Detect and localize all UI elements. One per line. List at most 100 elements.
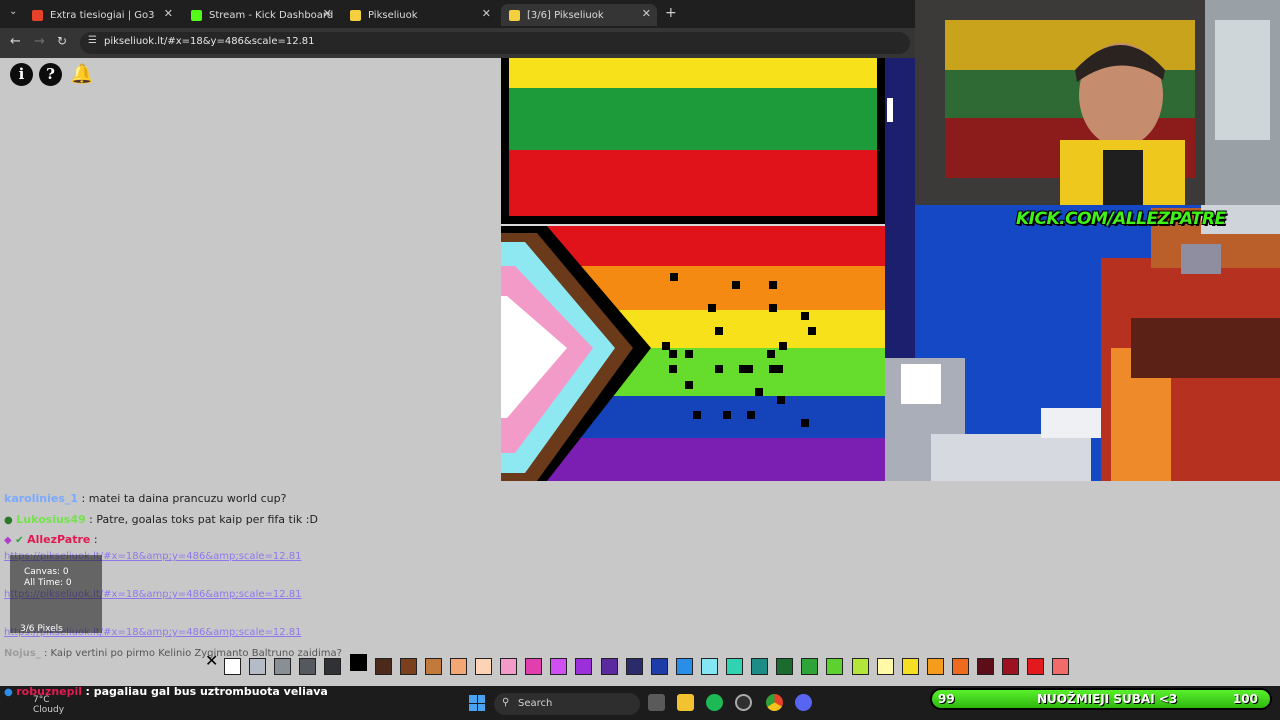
- info-icon[interactable]: i: [10, 63, 33, 86]
- color-swatch[interactable]: [700, 658, 718, 675]
- chat-message: ◆ ✔ AllezPatre :: [4, 533, 98, 546]
- alltime-pixel-count: All Time: 0: [24, 578, 72, 588]
- taskbar-search[interactable]: ⚲ Search: [494, 693, 640, 715]
- color-swatch[interactable]: [475, 658, 492, 675]
- color-swatch[interactable]: [1002, 658, 1020, 675]
- color-swatch[interactable]: [926, 658, 944, 675]
- streamer-webcam-image: [915, 0, 1280, 205]
- chat-username: AllezPatre: [27, 533, 91, 546]
- go3-favicon-icon: [32, 9, 43, 21]
- tab-kick-dashboard[interactable]: Stream - Kick Dashboard ✕: [183, 4, 338, 26]
- address-bar: ← → ↻ ☰ pikseliuok.lt/#x=18&y=486&scale=…: [0, 28, 915, 58]
- chat-text: : pagaliau gal bus uztrombuota veliava: [85, 685, 328, 698]
- sub-goal-current: 99: [938, 692, 955, 706]
- chat-message: ● robuznepil : pagaliau gal bus uztrombu…: [4, 685, 328, 698]
- color-swatch[interactable]: [726, 658, 743, 675]
- color-swatch[interactable]: [525, 658, 543, 675]
- color-swatch[interactable]: [500, 658, 518, 675]
- pikseliuok-favicon-icon: [509, 9, 520, 21]
- chat-username: karolinies_1: [4, 492, 79, 505]
- tab-pikseliuok-label: Pikseliuok: [368, 9, 418, 21]
- back-arrow-icon[interactable]: ←: [10, 34, 21, 49]
- color-swatch[interactable]: [951, 658, 969, 675]
- color-swatch[interactable]: [249, 658, 267, 675]
- close-icon[interactable]: ✕: [164, 7, 173, 20]
- tab-go3-label: Extra tiesiogiai | Go3: [50, 9, 155, 21]
- canvas-pixel-count: Canvas: 0: [24, 567, 69, 577]
- color-swatch[interactable]: [374, 658, 392, 675]
- reload-icon[interactable]: ↻: [57, 34, 67, 48]
- chat-username: Lukosius49: [16, 513, 86, 526]
- close-icon[interactable]: ✕: [482, 7, 491, 20]
- windows-start-icon[interactable]: [469, 695, 485, 711]
- chat-text: : matei ta daina prancuzu world cup?: [81, 492, 287, 505]
- sub-goal-label: NUOŽMIEJI SUBAI <3: [1037, 692, 1178, 706]
- color-swatch[interactable]: [675, 658, 693, 675]
- kick-channel-overlay: KICK.COM/ALLEZPATRE: [1016, 209, 1226, 229]
- tab-pikseliuok[interactable]: Pikseliuok ✕: [342, 4, 497, 26]
- color-swatch[interactable]: [349, 654, 367, 671]
- search-icon: ⚲: [502, 697, 510, 708]
- new-tab-plus-icon[interactable]: +: [665, 5, 677, 21]
- browser-tab-bar: ⌄ Extra tiesiogiai | Go3 ✕ Stream - Kick…: [0, 0, 915, 28]
- notification-bell-icon[interactable]: 🔔: [70, 62, 94, 85]
- file-explorer-icon[interactable]: [677, 694, 694, 711]
- color-swatch[interactable]: [550, 658, 568, 675]
- color-swatch[interactable]: [224, 658, 241, 675]
- color-swatch[interactable]: [1052, 658, 1070, 675]
- verified-icon: ✔: [15, 535, 24, 546]
- tab-kick-label: Stream - Kick Dashboard: [209, 9, 334, 21]
- sub-goal-target: 100: [1232, 692, 1258, 706]
- discord-icon[interactable]: [795, 694, 812, 711]
- color-palette: [0, 653, 1280, 683]
- color-swatch[interactable]: [776, 658, 794, 675]
- sub-goal-bar: 99 NUOŽMIEJI SUBAI <3 100: [930, 688, 1272, 710]
- site-settings-icon[interactable]: ☰: [88, 35, 97, 46]
- chat-text: :: [93, 533, 98, 546]
- tab-list-chevron-icon[interactable]: ⌄: [9, 6, 17, 17]
- color-swatch[interactable]: [851, 658, 869, 675]
- close-icon[interactable]: ✕: [642, 7, 651, 20]
- color-swatch[interactable]: [876, 658, 894, 675]
- color-swatch[interactable]: [977, 658, 994, 675]
- color-swatch[interactable]: [826, 658, 844, 675]
- pixels-remaining: 3/6 Pixels: [20, 624, 63, 634]
- pikseliuok-favicon-icon: [350, 9, 361, 21]
- color-swatch[interactable]: [299, 658, 317, 675]
- badge-icon: ●: [4, 515, 13, 526]
- help-icon[interactable]: ?: [39, 63, 62, 86]
- tab-pikseliuok-active[interactable]: [3/6] Pikseliuok ✕: [501, 4, 657, 26]
- color-swatch[interactable]: [399, 658, 417, 675]
- chat-text: : Patre, goalas toks pat kaip per fifa t…: [89, 513, 318, 526]
- badge-icon: ◆: [4, 535, 12, 546]
- chat-username: robuznepil: [16, 685, 83, 698]
- chat-message: karolinies_1 : matei ta daina prancuzu w…: [4, 492, 286, 505]
- color-swatch[interactable]: [650, 658, 668, 675]
- chrome-icon[interactable]: [766, 694, 783, 711]
- color-swatch[interactable]: [801, 658, 819, 675]
- tab-go3[interactable]: Extra tiesiogiai | Go3 ✕: [24, 4, 179, 26]
- search-label: Search: [518, 698, 553, 709]
- color-swatch[interactable]: [1027, 658, 1045, 675]
- obs-icon[interactable]: [735, 694, 752, 711]
- color-swatch[interactable]: [600, 658, 618, 675]
- tab-active-label: [3/6] Pikseliuok: [527, 9, 604, 21]
- url-text: pikseliuok.lt/#x=18&y=486&scale=12.81: [104, 36, 315, 47]
- color-swatch[interactable]: [625, 658, 643, 675]
- url-field[interactable]: ☰ pikseliuok.lt/#x=18&y=486&scale=12.81: [80, 32, 910, 54]
- task-view-icon[interactable]: [648, 694, 665, 711]
- close-icon[interactable]: ✕: [323, 7, 332, 20]
- color-swatch[interactable]: [449, 658, 467, 675]
- forward-arrow-icon[interactable]: →: [34, 34, 45, 49]
- badge-icon: ●: [4, 687, 13, 698]
- spotify-icon[interactable]: [706, 694, 723, 711]
- color-swatch[interactable]: [274, 658, 292, 675]
- color-swatch[interactable]: [424, 658, 442, 675]
- webcam-overlay: [915, 0, 1280, 205]
- chat-message: ● Lukosius49 : Patre, goalas toks pat ka…: [4, 513, 318, 526]
- weather-desc[interactable]: Cloudy: [33, 705, 64, 715]
- color-swatch[interactable]: [901, 658, 919, 675]
- color-swatch[interactable]: [751, 658, 769, 675]
- color-swatch[interactable]: [324, 658, 342, 675]
- color-swatch[interactable]: [575, 658, 593, 675]
